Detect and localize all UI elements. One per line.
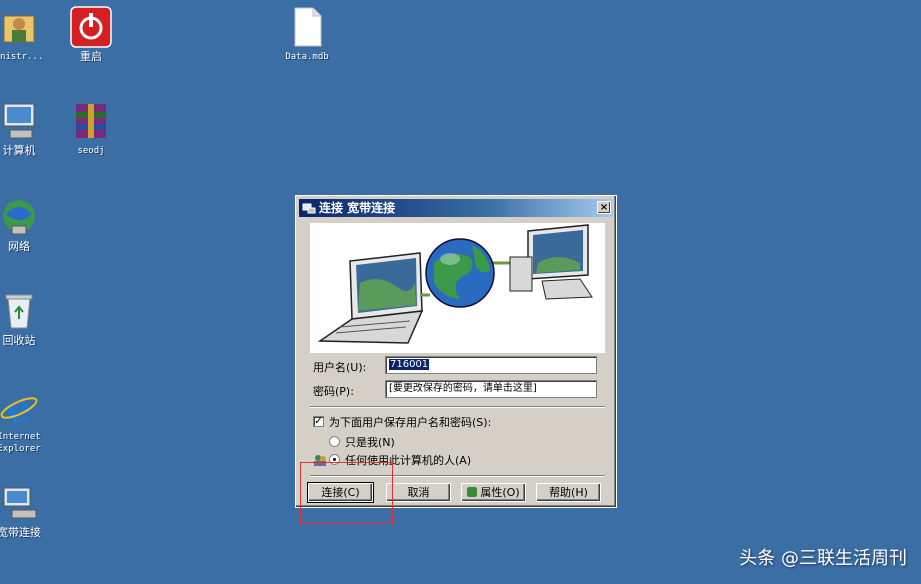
- broadband-icon: [0, 482, 40, 524]
- desktop-icon-label: 宽带连接: [0, 526, 41, 539]
- desktop-icon-internet-explorer[interactable]: e Internet Explorer: [0, 386, 54, 455]
- svg-text:e: e: [7, 386, 31, 428]
- document-icon: [286, 6, 328, 48]
- desktop-icon-broadband[interactable]: 宽带连接: [0, 482, 54, 539]
- computer-icon: [0, 100, 40, 142]
- globe-icon: [425, 238, 495, 308]
- desktop-icon-network[interactable]: 网络: [0, 196, 54, 253]
- dialog-title: 连接 宽带连接: [319, 201, 396, 215]
- desktop-computer-icon: [509, 224, 593, 300]
- cancel-button[interactable]: 取消: [386, 483, 451, 502]
- divider: [310, 406, 605, 408]
- connection-banner-image: [310, 223, 605, 353]
- properties-label: 属性(O): [480, 486, 520, 499]
- dialog-titlebar[interactable]: 连接 宽带连接 ×: [299, 199, 613, 217]
- desktop-icon-label: seodj: [77, 146, 105, 156]
- save-credentials-label: 为下面用户保存用户名和密码(S):: [329, 416, 492, 429]
- radio-only-me[interactable]: [329, 436, 340, 447]
- username-field[interactable]: 716001: [385, 356, 597, 374]
- desktop-icon-label: 网络: [8, 240, 30, 253]
- network-icon: [0, 196, 40, 238]
- close-icon: ×: [599, 202, 609, 213]
- desktop-icon-label: 重启: [80, 50, 102, 63]
- annotation-highlight-box: [300, 462, 393, 524]
- admin-folder-icon: [0, 6, 40, 48]
- desktop-icon-recycle-bin[interactable]: 回收站: [0, 290, 54, 347]
- desktop-icon-label-line2: Explorer: [0, 444, 41, 454]
- desktop-icon-administrator[interactable]: inistr...: [0, 6, 54, 63]
- password-field[interactable]: [要更改保存的密码，请单击这里]: [385, 380, 597, 398]
- power-icon: [70, 6, 112, 48]
- desktop-icon-label: 回收站: [2, 334, 36, 347]
- watermark: 头条 @三联生活周刊: [739, 548, 907, 569]
- shield-icon: [467, 487, 478, 497]
- desktop-icon-label: 计算机: [2, 144, 36, 157]
- help-button[interactable]: 帮助(H): [536, 483, 601, 502]
- username-value: 716001: [389, 359, 430, 370]
- desktop-icon-label: inistr...: [0, 52, 44, 62]
- connection-icon: [302, 201, 316, 215]
- ie-icon: e: [0, 386, 40, 431]
- save-credentials-checkbox[interactable]: ✓: [313, 416, 324, 427]
- recycle-bin-icon: [0, 290, 40, 332]
- properties-button[interactable]: 属性(O): [461, 483, 526, 502]
- close-button[interactable]: ×: [597, 201, 611, 214]
- desktop-icon-restart[interactable]: 重启: [56, 6, 126, 63]
- username-label: 用户名(U):: [313, 361, 367, 374]
- password-placeholder: [要更改保存的密码，请单击这里]: [389, 383, 537, 394]
- desktop-icon-label: Data.mdb: [285, 52, 329, 62]
- radio-only-me-label: 只是我(N): [345, 436, 395, 449]
- desktop-icon-data-mdb[interactable]: Data.mdb: [272, 6, 342, 63]
- desktop-icon-label: Internet: [0, 432, 41, 442]
- desktop-icon-seodj[interactable]: seodj: [56, 100, 126, 157]
- password-label: 密码(P):: [313, 385, 354, 398]
- winrar-icon: [70, 100, 112, 142]
- laptop-icon: [317, 252, 424, 344]
- desktop-icon-computer[interactable]: 计算机: [0, 100, 54, 157]
